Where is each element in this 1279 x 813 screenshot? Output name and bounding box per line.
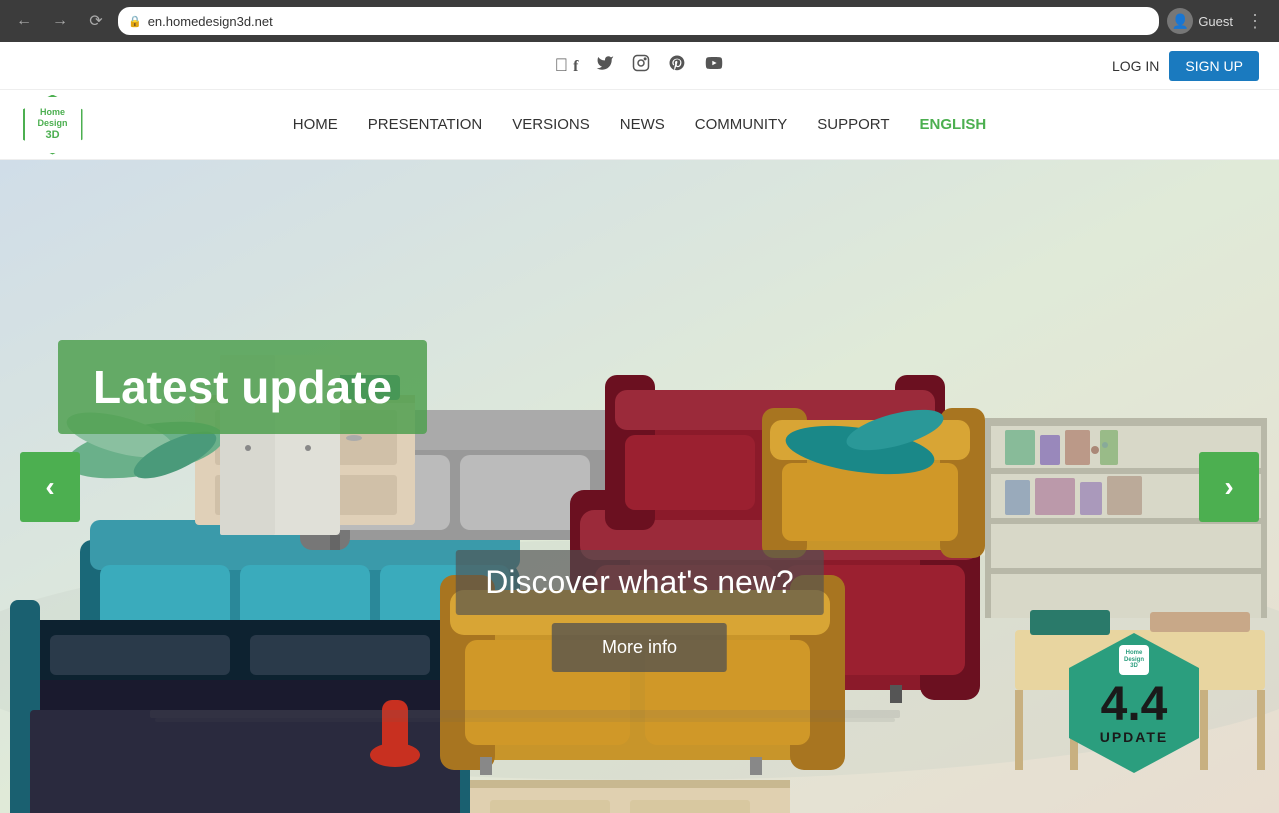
site-header:  f LOG IN SIGN UP [0, 42, 1279, 90]
version-hexagon: HomeDesign3D 4.4 UPDATE [1069, 633, 1199, 773]
version-update-label: UPDATE [1100, 729, 1169, 745]
pinterest-icon[interactable] [668, 54, 686, 77]
social-icons:  f [555, 54, 725, 77]
nav-presentation[interactable]: PRESENTATION [368, 116, 482, 133]
version-badge: HomeDesign3D 4.4 UPDATE [1069, 633, 1199, 773]
discover-text: Discover what's new? [455, 550, 823, 615]
hero-slider: Latest update Discover what's new? More … [0, 160, 1279, 813]
main-nav: HOME PRESENTATION VERSIONS NEWS COMMUNIT… [293, 116, 986, 133]
nav-versions[interactable]: VERSIONS [512, 116, 590, 133]
site-logo[interactable]: HomeDesign3D [20, 92, 85, 157]
more-info-button[interactable]: More info [552, 623, 727, 672]
url-text: en.homedesign3d.net [148, 14, 273, 29]
site-nav: HomeDesign3D HOME PRESENTATION VERSIONS … [0, 90, 1279, 160]
latest-update-badge: Latest update [58, 340, 427, 434]
youtube-icon[interactable] [704, 54, 724, 77]
nav-home[interactable]: HOME [293, 116, 338, 133]
forward-button[interactable]: → [46, 7, 74, 35]
twitter-icon[interactable] [596, 54, 614, 77]
browser-chrome: ← → ⟳ 🔒 en.homedesign3d.net 👤 Guest ⋮ [0, 0, 1279, 42]
login-button[interactable]: LOG IN [1112, 58, 1159, 74]
lock-icon: 🔒 [128, 15, 142, 28]
nav-community[interactable]: COMMUNITY [695, 116, 788, 133]
nav-english[interactable]: ENGLISH [920, 116, 987, 133]
auth-buttons: LOG IN SIGN UP [1112, 51, 1259, 81]
slider-prev-button[interactable]: ‹ [20, 452, 80, 522]
user-avatar: 👤 [1167, 8, 1193, 34]
address-bar[interactable]: 🔒 en.homedesign3d.net [118, 7, 1159, 35]
instagram-icon[interactable] [632, 54, 650, 77]
latest-update-text: Latest update [93, 361, 392, 413]
nav-news[interactable]: NEWS [620, 116, 665, 133]
user-name: Guest [1198, 14, 1233, 29]
nav-support[interactable]: SUPPORT [817, 116, 889, 133]
discover-overlay: Discover what's new? More info [455, 550, 823, 672]
signup-button[interactable]: SIGN UP [1169, 51, 1259, 81]
slider-next-button[interactable]: › [1199, 452, 1259, 522]
back-button[interactable]: ← [10, 7, 38, 35]
reload-button[interactable]: ⟳ [82, 7, 110, 35]
facebook-icon[interactable]:  f [555, 55, 579, 76]
version-logo-icon: HomeDesign3D [1119, 645, 1149, 675]
version-number: 4.4 [1101, 681, 1168, 729]
browser-menu-button[interactable]: ⋮ [1241, 7, 1269, 35]
browser-user: 👤 Guest [1167, 8, 1233, 34]
